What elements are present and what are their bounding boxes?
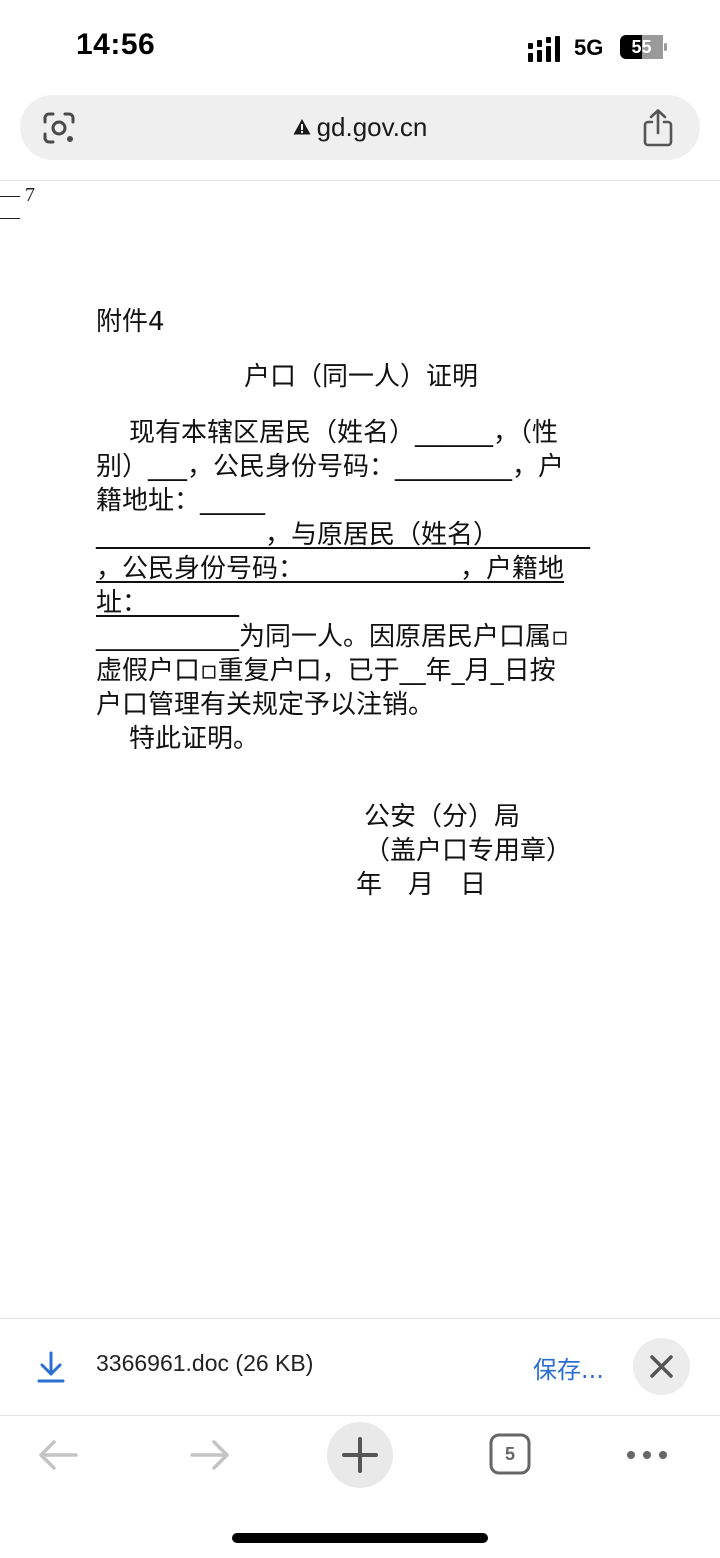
back-arrow-icon[interactable] [36, 1432, 82, 1478]
signature-office: 公安（分）局 [364, 802, 521, 832]
warning-lock-icon [293, 119, 311, 135]
plus-icon [342, 1437, 378, 1473]
page-number-dash: — [0, 206, 20, 228]
document-line: 户口管理有关规定予以注销。 [96, 690, 435, 720]
network-type: 5G [574, 35, 604, 60]
document-line: ，公民身份号码：____________，户籍地 [96, 554, 565, 584]
document-line: ___________为同一人。因原居民户口属▫ [96, 622, 569, 652]
home-indicator [232, 1533, 488, 1543]
attachment-label: 附件4 [96, 307, 165, 337]
document-line: 别）___，公民身份号码：_________，户 [96, 452, 565, 482]
document-line: 籍地址：_____ [96, 486, 266, 516]
more-dots-icon[interactable] [624, 1440, 670, 1470]
close-download-button[interactable] [633, 1338, 690, 1395]
svg-text:55: 55 [631, 37, 651, 57]
signature-seal: （盖户口专用章） [364, 836, 573, 866]
download-filename: 3366961.doc (26 KB) [96, 1350, 314, 1376]
signature-date: 年 月 日 [356, 870, 487, 900]
forward-arrow-icon[interactable] [186, 1432, 232, 1478]
google-lens-icon[interactable] [40, 109, 78, 147]
status-time: 14:56 [76, 28, 156, 61]
document-line: 现有本辖区居民（姓名）______，（性 [96, 418, 559, 448]
share-icon[interactable] [640, 108, 676, 148]
new-tab-button[interactable] [327, 1422, 393, 1488]
download-icon [37, 1351, 65, 1383]
close-icon [650, 1355, 673, 1378]
document-line: 虚假户口▫重复户口，已于__年_月_日按 [96, 656, 556, 686]
signal-icon [528, 36, 560, 62]
page-number: — 7 [0, 184, 35, 206]
document-line: 址：_______ [96, 588, 240, 618]
document-title: 户口（同一人）证明 [244, 362, 479, 392]
tab-count: 5 [504, 1444, 515, 1464]
save-button[interactable]: 保存... [533, 1350, 604, 1385]
url-text: gd.gov.cn [316, 111, 428, 142]
url-display[interactable]: gd.gov.cn [180, 108, 540, 146]
document-line: 特此证明。 [96, 724, 260, 754]
battery-icon: 55 [620, 35, 667, 59]
document-line: _____________，与原居民（姓名）_______ [96, 520, 591, 550]
divider [0, 180, 720, 181]
